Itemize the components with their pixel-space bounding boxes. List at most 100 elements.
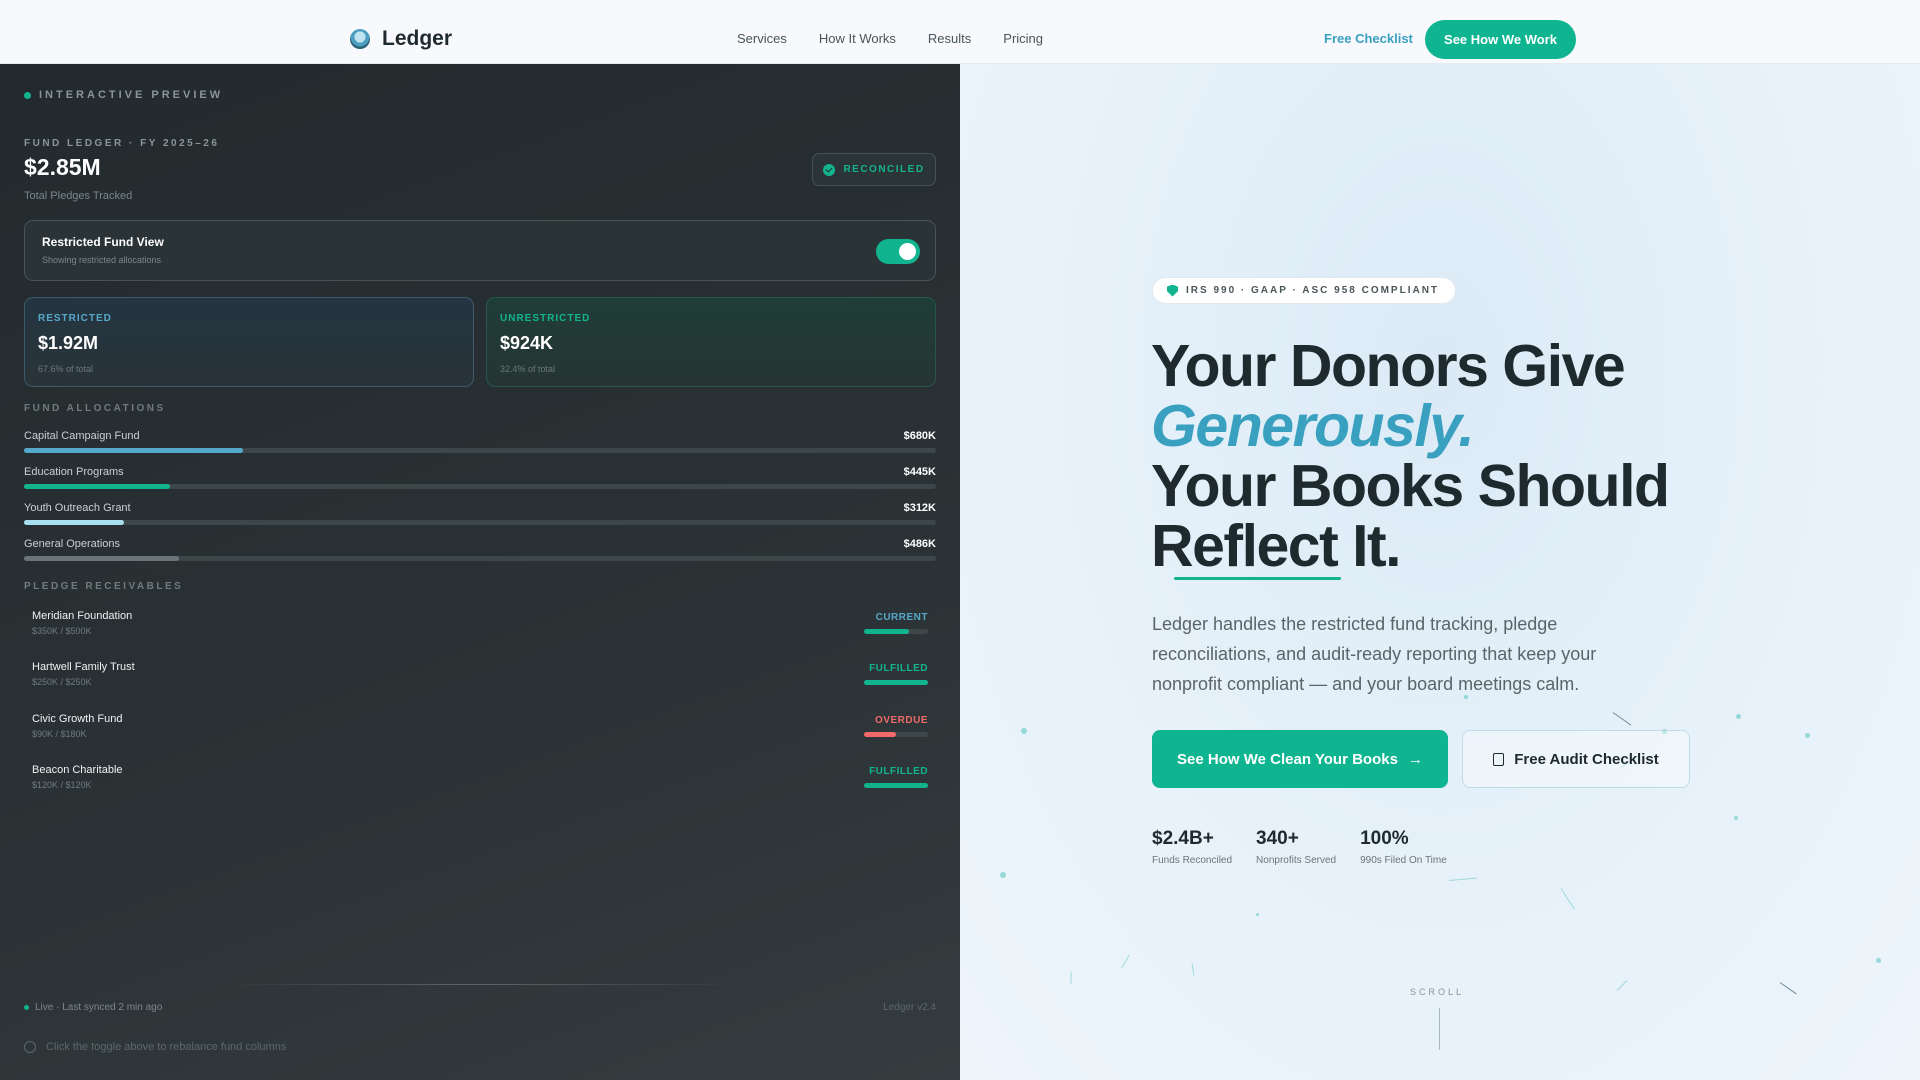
nav-link-results[interactable]: Results [928,31,971,46]
pledge-progress-track [864,629,928,634]
pledge-status: OVERDUE [875,715,928,726]
allocation-track [24,520,936,525]
pledge-progress-fill [864,680,928,685]
allocation-row: Education Programs $445K [24,466,936,490]
hero-metrics: $2.4B+ Funds Reconciled 340+ Nonprofits … [1152,828,1447,866]
brand-name: Ledger [382,27,453,50]
hero-section: IRS 990 · GAAP · ASC 958 COMPLIANT Your … [960,64,1920,1080]
pledge-amount: $90K / $180K [32,729,87,739]
particle-dot [1734,816,1738,820]
nav-link-pricing[interactable]: Pricing [1003,31,1043,46]
pledge-row[interactable]: Civic Growth Fund $90K / $180K OVERDUE [32,713,928,749]
live-dot-icon [24,91,31,99]
free-audit-checklist-button[interactable]: Free Audit Checklist [1462,730,1690,788]
particle-dash [1448,877,1477,881]
particle-dot [1256,913,1259,916]
hint-label: Click the toggle above to rebalance fund… [46,1041,287,1053]
particle-dot [1876,958,1881,963]
restricted-stat-card: RESTRICTED $1.92M 67.6% of total [24,297,474,387]
scroll-indicator-label: SCROLL [1410,987,1465,997]
pledge-row[interactable]: Hartwell Family Trust $250K / $250K FULF… [32,661,928,697]
fund-allocations-heading: FUND ALLOCATIONS [24,403,166,414]
pledge-status: FULFILLED [869,766,928,777]
pledge-amount: $120K / $120K [32,780,92,790]
allocation-track [24,556,936,561]
metric-value: 340+ [1256,828,1299,849]
headline-accent: Generously. [1151,393,1475,459]
pledge-name: Hartwell Family Trust [32,661,135,673]
pledge-amount: $250K / $250K [32,677,92,687]
total-pledges-amount: $2.85M [24,154,101,180]
see-how-we-work-button[interactable]: See How We Work [1425,20,1576,59]
scroll-indicator-line[interactable] [1439,1008,1440,1050]
allocation-name: Youth Outreach Grant [24,502,131,514]
pledge-progress-fill [864,629,909,634]
see-how-we-clean-your-books-button[interactable]: See How We Clean Your Books → [1152,730,1448,788]
pledge-progress-fill [864,732,896,737]
version-label: Ledger v2.4 [883,1002,936,1013]
metric-label: 990s Filed On Time [1360,855,1447,866]
allocation-fill [24,484,170,489]
pledge-progress-track [864,732,928,737]
pledge-receivables-heading: PLEDGE RECEIVABLES [24,581,184,592]
reconciled-badge: RECONCILED [812,153,936,186]
toggle-subtitle: Showing restricted allocations [42,255,162,265]
allocation-value: $445K [903,466,936,478]
pledge-name: Civic Growth Fund [32,713,123,725]
interactive-preview-panel: INTERACTIVE PREVIEW FUND LEDGER · FY 202… [0,64,960,1080]
pledge-name: Meridian Foundation [32,610,133,622]
secondary-cta-label: Free Audit Checklist [1514,750,1659,768]
restricted-fund-toggle-switch[interactable] [876,239,920,264]
brand-logo[interactable]: Ledger [350,27,452,51]
compliance-badge: IRS 990 · GAAP · ASC 958 COMPLIANT [1152,277,1457,304]
allocation-name: Capital Campaign Fund [24,430,140,442]
metric: 100% 990s Filed On Time [1360,828,1447,866]
particle-dash [1612,712,1632,726]
allocation-row: General Operations $486K [24,538,936,562]
particle-dash [1121,955,1130,968]
particle-dash [1616,980,1628,991]
hero-lead: Ledger handles the restricted fund track… [1152,614,1597,694]
nav-link-how-it-works[interactable]: How It Works [819,31,896,46]
allocation-name: General Operations [24,538,120,550]
pledge-row[interactable]: Meridian Foundation $350K / $500K CURREN… [32,610,928,646]
pledge-amount: $350K / $500K [32,626,92,636]
particle-dash [1191,963,1195,976]
arrow-right-icon: → [1407,750,1423,768]
allocation-row: Capital Campaign Fund $680K [24,430,936,454]
primary-cta-label: See How We Clean Your Books [1177,750,1398,768]
allocation-value: $486K [903,538,936,550]
toggle-hint: Click the toggle above to rebalance fund… [24,1041,286,1053]
shield-check-icon [1167,284,1178,297]
document-icon [1493,752,1505,766]
nav-links: Services How It Works Results Pricing [737,31,1043,46]
metric-value: 100% [1360,828,1409,849]
particle-dash [1779,982,1797,995]
metric: $2.4B+ Funds Reconciled [1152,828,1232,866]
metric: 340+ Nonprofits Served [1256,828,1336,866]
particle-dot [1000,872,1006,878]
nav-link-services[interactable]: Services [737,31,787,46]
particle-dash [1560,888,1576,910]
particle-dot [1021,728,1027,734]
allocation-row: Youth Outreach Grant $312K [24,502,936,526]
allocation-value: $312K [903,502,936,514]
toggle-title: Restricted Fund View [42,235,164,249]
live-dot-icon [24,1005,29,1010]
sync-label: Live · Last synced 2 min ago [35,1002,163,1013]
pledge-progress-track [864,783,928,788]
headline-line-1: Your Donors Give [1151,333,1626,399]
unrestricted-stat-card: UNRESTRICTED $924K 32.4% of total [486,297,936,387]
allocation-name: Education Programs [24,466,124,478]
fund-ledger-label: FUND LEDGER · FY 2025–26 [24,138,220,149]
free-checklist-link[interactable]: Free Checklist [1324,31,1413,46]
pledge-name: Beacon Charitable [32,764,123,776]
compliance-badge-label: IRS 990 · GAAP · ASC 958 COMPLIANT [1186,285,1440,296]
pledge-status: CURRENT [875,612,928,623]
preview-tag: INTERACTIVE PREVIEW [24,89,223,101]
restricted-label: RESTRICTED [38,313,112,324]
pledge-row[interactable]: Beacon Charitable $120K / $120K FULFILLE… [32,764,928,800]
total-pledges-label: Total Pledges Tracked [24,190,133,202]
reconciled-label: RECONCILED [843,164,925,175]
logo-icon [350,29,370,49]
